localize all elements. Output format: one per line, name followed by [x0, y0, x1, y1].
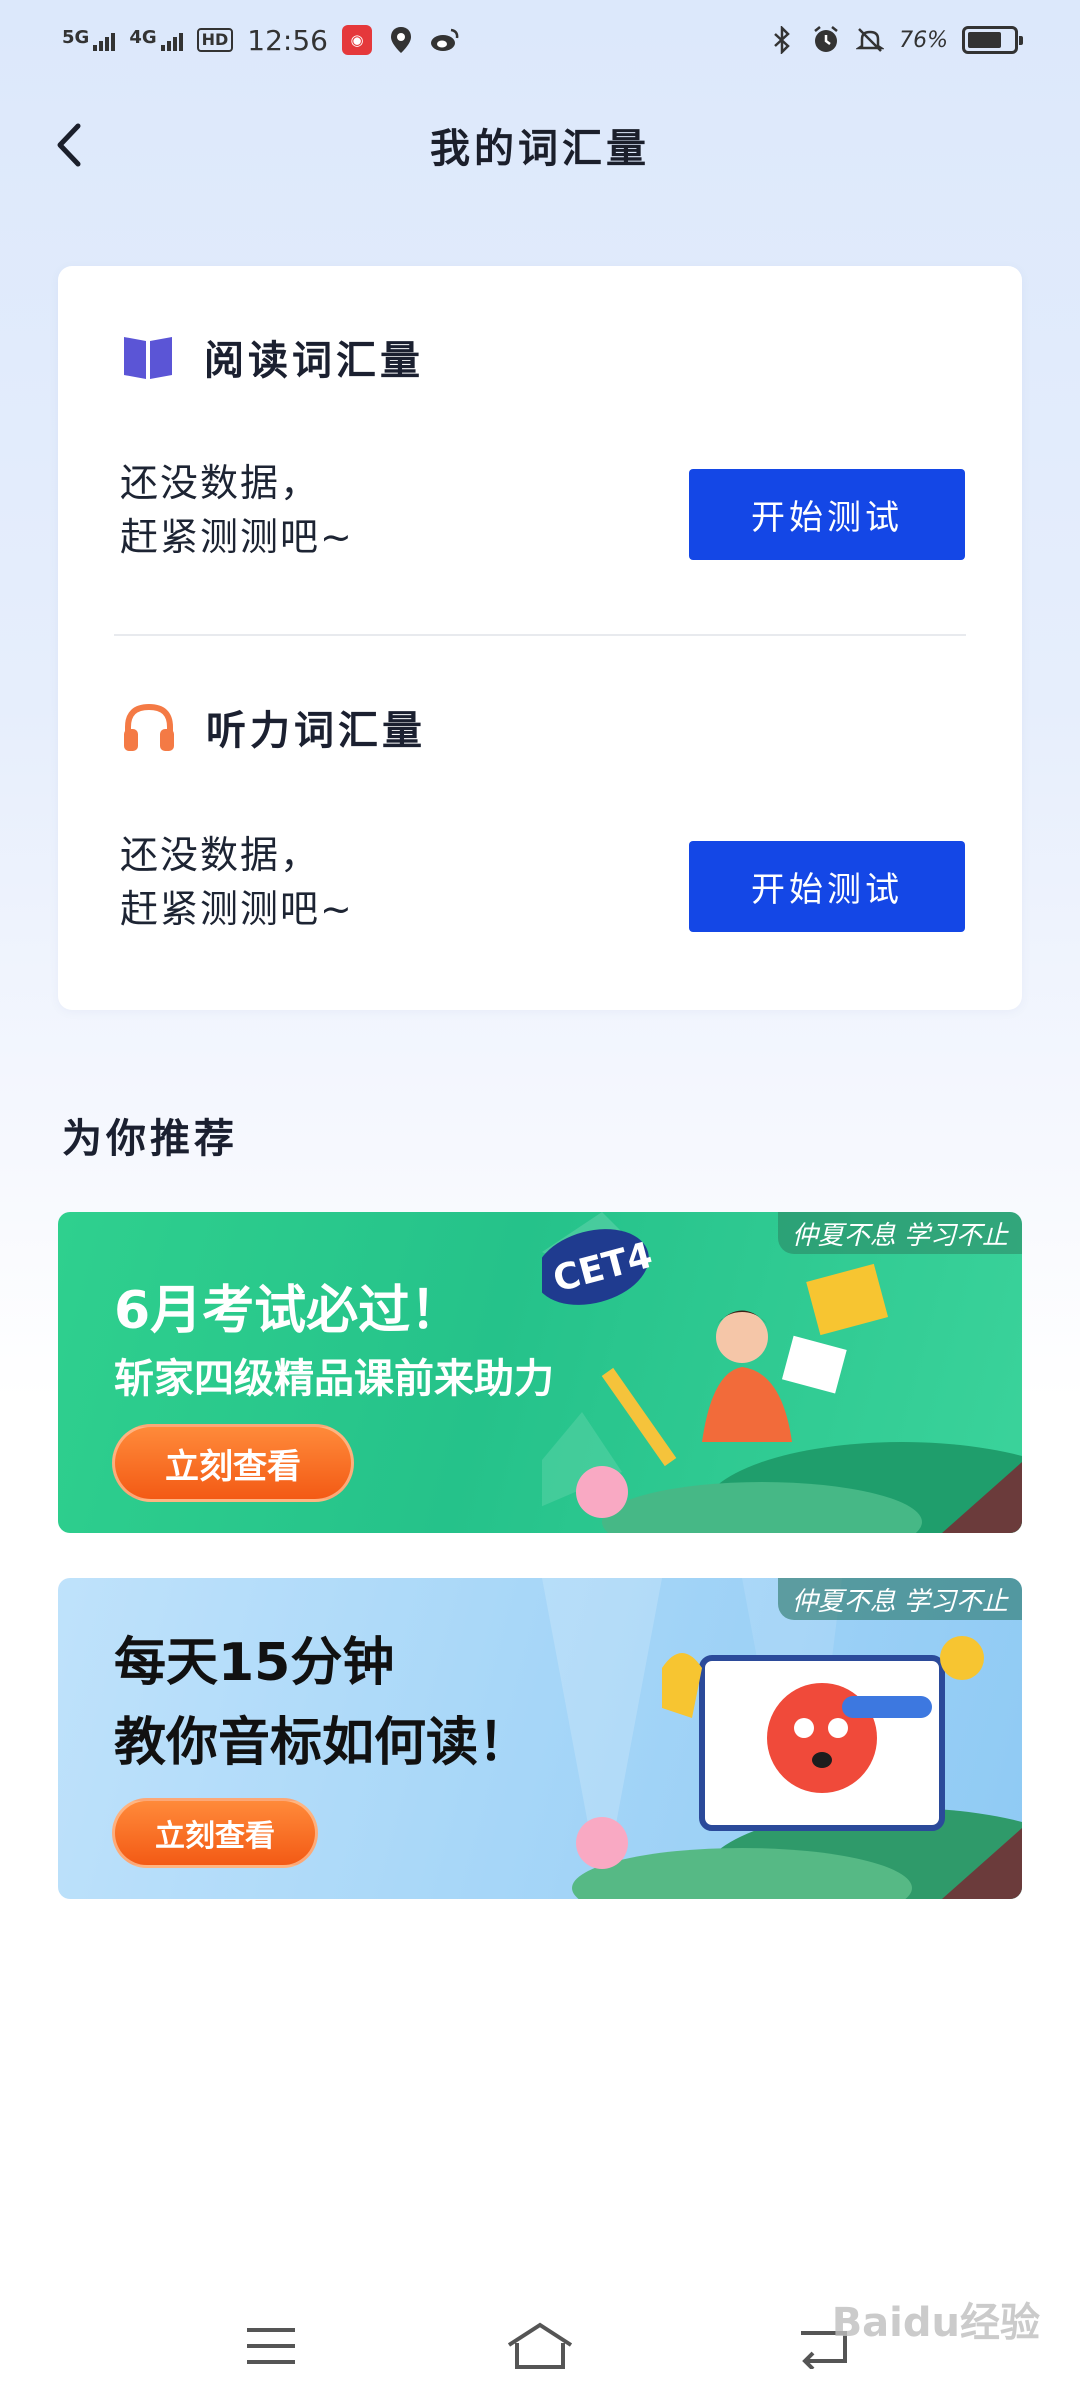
- phonetics-illustration: [542, 1578, 1022, 1899]
- hd-voice-icon: HD: [196, 28, 234, 52]
- menu-icon: [247, 2328, 295, 2364]
- status-bar: 5G 4G HD 12:56 ◉ 76%: [0, 0, 1080, 80]
- banner-view-now-button[interactable]: 立刻查看: [112, 1798, 318, 1868]
- vocabulary-card: 阅读词汇量 还没数据， 赶紧测测吧~ 开始测试 听力词汇量 还没数据， 赶紧测测…: [58, 266, 1022, 1010]
- battery-percent: 76%: [899, 27, 948, 53]
- home-button[interactable]: [505, 2316, 575, 2376]
- app-notification-icon: ◉: [342, 25, 372, 55]
- reading-empty-line2: 赶紧测测吧~: [120, 515, 354, 559]
- reading-empty-message: 还没数据， 赶紧测测吧~: [120, 456, 354, 564]
- banner-promo-tag: 仲夏不息 学习不止: [777, 1578, 1022, 1620]
- banner-headline: 每天15分钟: [114, 1633, 395, 1693]
- bluetooth-icon: [767, 25, 797, 55]
- home-icon: [507, 2322, 573, 2369]
- menu-button[interactable]: [236, 2316, 306, 2376]
- listening-empty-line2: 赶紧测测吧~: [120, 887, 354, 931]
- listening-empty-message: 还没数据， 赶紧测测吧~: [120, 828, 354, 936]
- banner-subheadline: 教你音标如何读！: [114, 1713, 531, 1773]
- listening-title: 听力词汇量: [206, 708, 426, 754]
- page-header: 我的词汇量: [0, 100, 1080, 190]
- reading-header: 阅读词汇量: [122, 328, 424, 386]
- reading-start-test-button[interactable]: 开始测试: [689, 469, 965, 560]
- listening-vocabulary-section: 听力词汇量 还没数据， 赶紧测测吧~ 开始测试: [58, 636, 1022, 1010]
- listening-start-test-button[interactable]: 开始测试: [689, 841, 965, 932]
- cet4-course-banner[interactable]: CET4 仲夏不息 学习不止 6月考试必过！ 斩家四级精品课前来助力 立刻查看: [58, 1212, 1022, 1533]
- banner-promo-tag: 仲夏不息 学习不止: [777, 1212, 1022, 1254]
- mute-icon: [855, 25, 885, 55]
- back-arrow-icon: [57, 123, 81, 167]
- banner-headline: 6月考试必过！: [114, 1281, 463, 1341]
- banner-subheadline: 斩家四级精品课前来助力: [114, 1356, 554, 1402]
- status-time: 12:56: [247, 23, 328, 57]
- battery-icon: [962, 26, 1023, 54]
- headphones-icon: [124, 703, 174, 751]
- recommend-title: 为你推荐: [62, 1116, 238, 1162]
- alarm-icon: [811, 25, 841, 55]
- signal-5g-icon: 5G: [62, 29, 116, 51]
- listening-empty-line1: 还没数据，: [120, 833, 321, 877]
- listening-header: 听力词汇量: [122, 698, 426, 756]
- signal-4g-icon: 4G: [129, 29, 183, 51]
- reading-title: 阅读词汇量: [204, 338, 424, 384]
- weibo-icon: [430, 25, 460, 55]
- cet4-illustration: CET4: [542, 1212, 1022, 1533]
- back-button[interactable]: [44, 120, 94, 170]
- phonetics-course-banner[interactable]: 仲夏不息 学习不止 每天15分钟 教你音标如何读！ 立刻查看: [58, 1578, 1022, 1899]
- baidu-watermark: Baidu经验: [831, 2300, 1040, 2346]
- banner-view-now-button[interactable]: 立刻查看: [112, 1424, 354, 1502]
- book-icon: [124, 337, 172, 379]
- location-icon: [386, 25, 416, 55]
- page-title: 我的词汇量: [430, 126, 650, 172]
- reading-empty-line1: 还没数据，: [120, 461, 321, 505]
- reading-vocabulary-section: 阅读词汇量 还没数据， 赶紧测测吧~ 开始测试: [58, 266, 1022, 634]
